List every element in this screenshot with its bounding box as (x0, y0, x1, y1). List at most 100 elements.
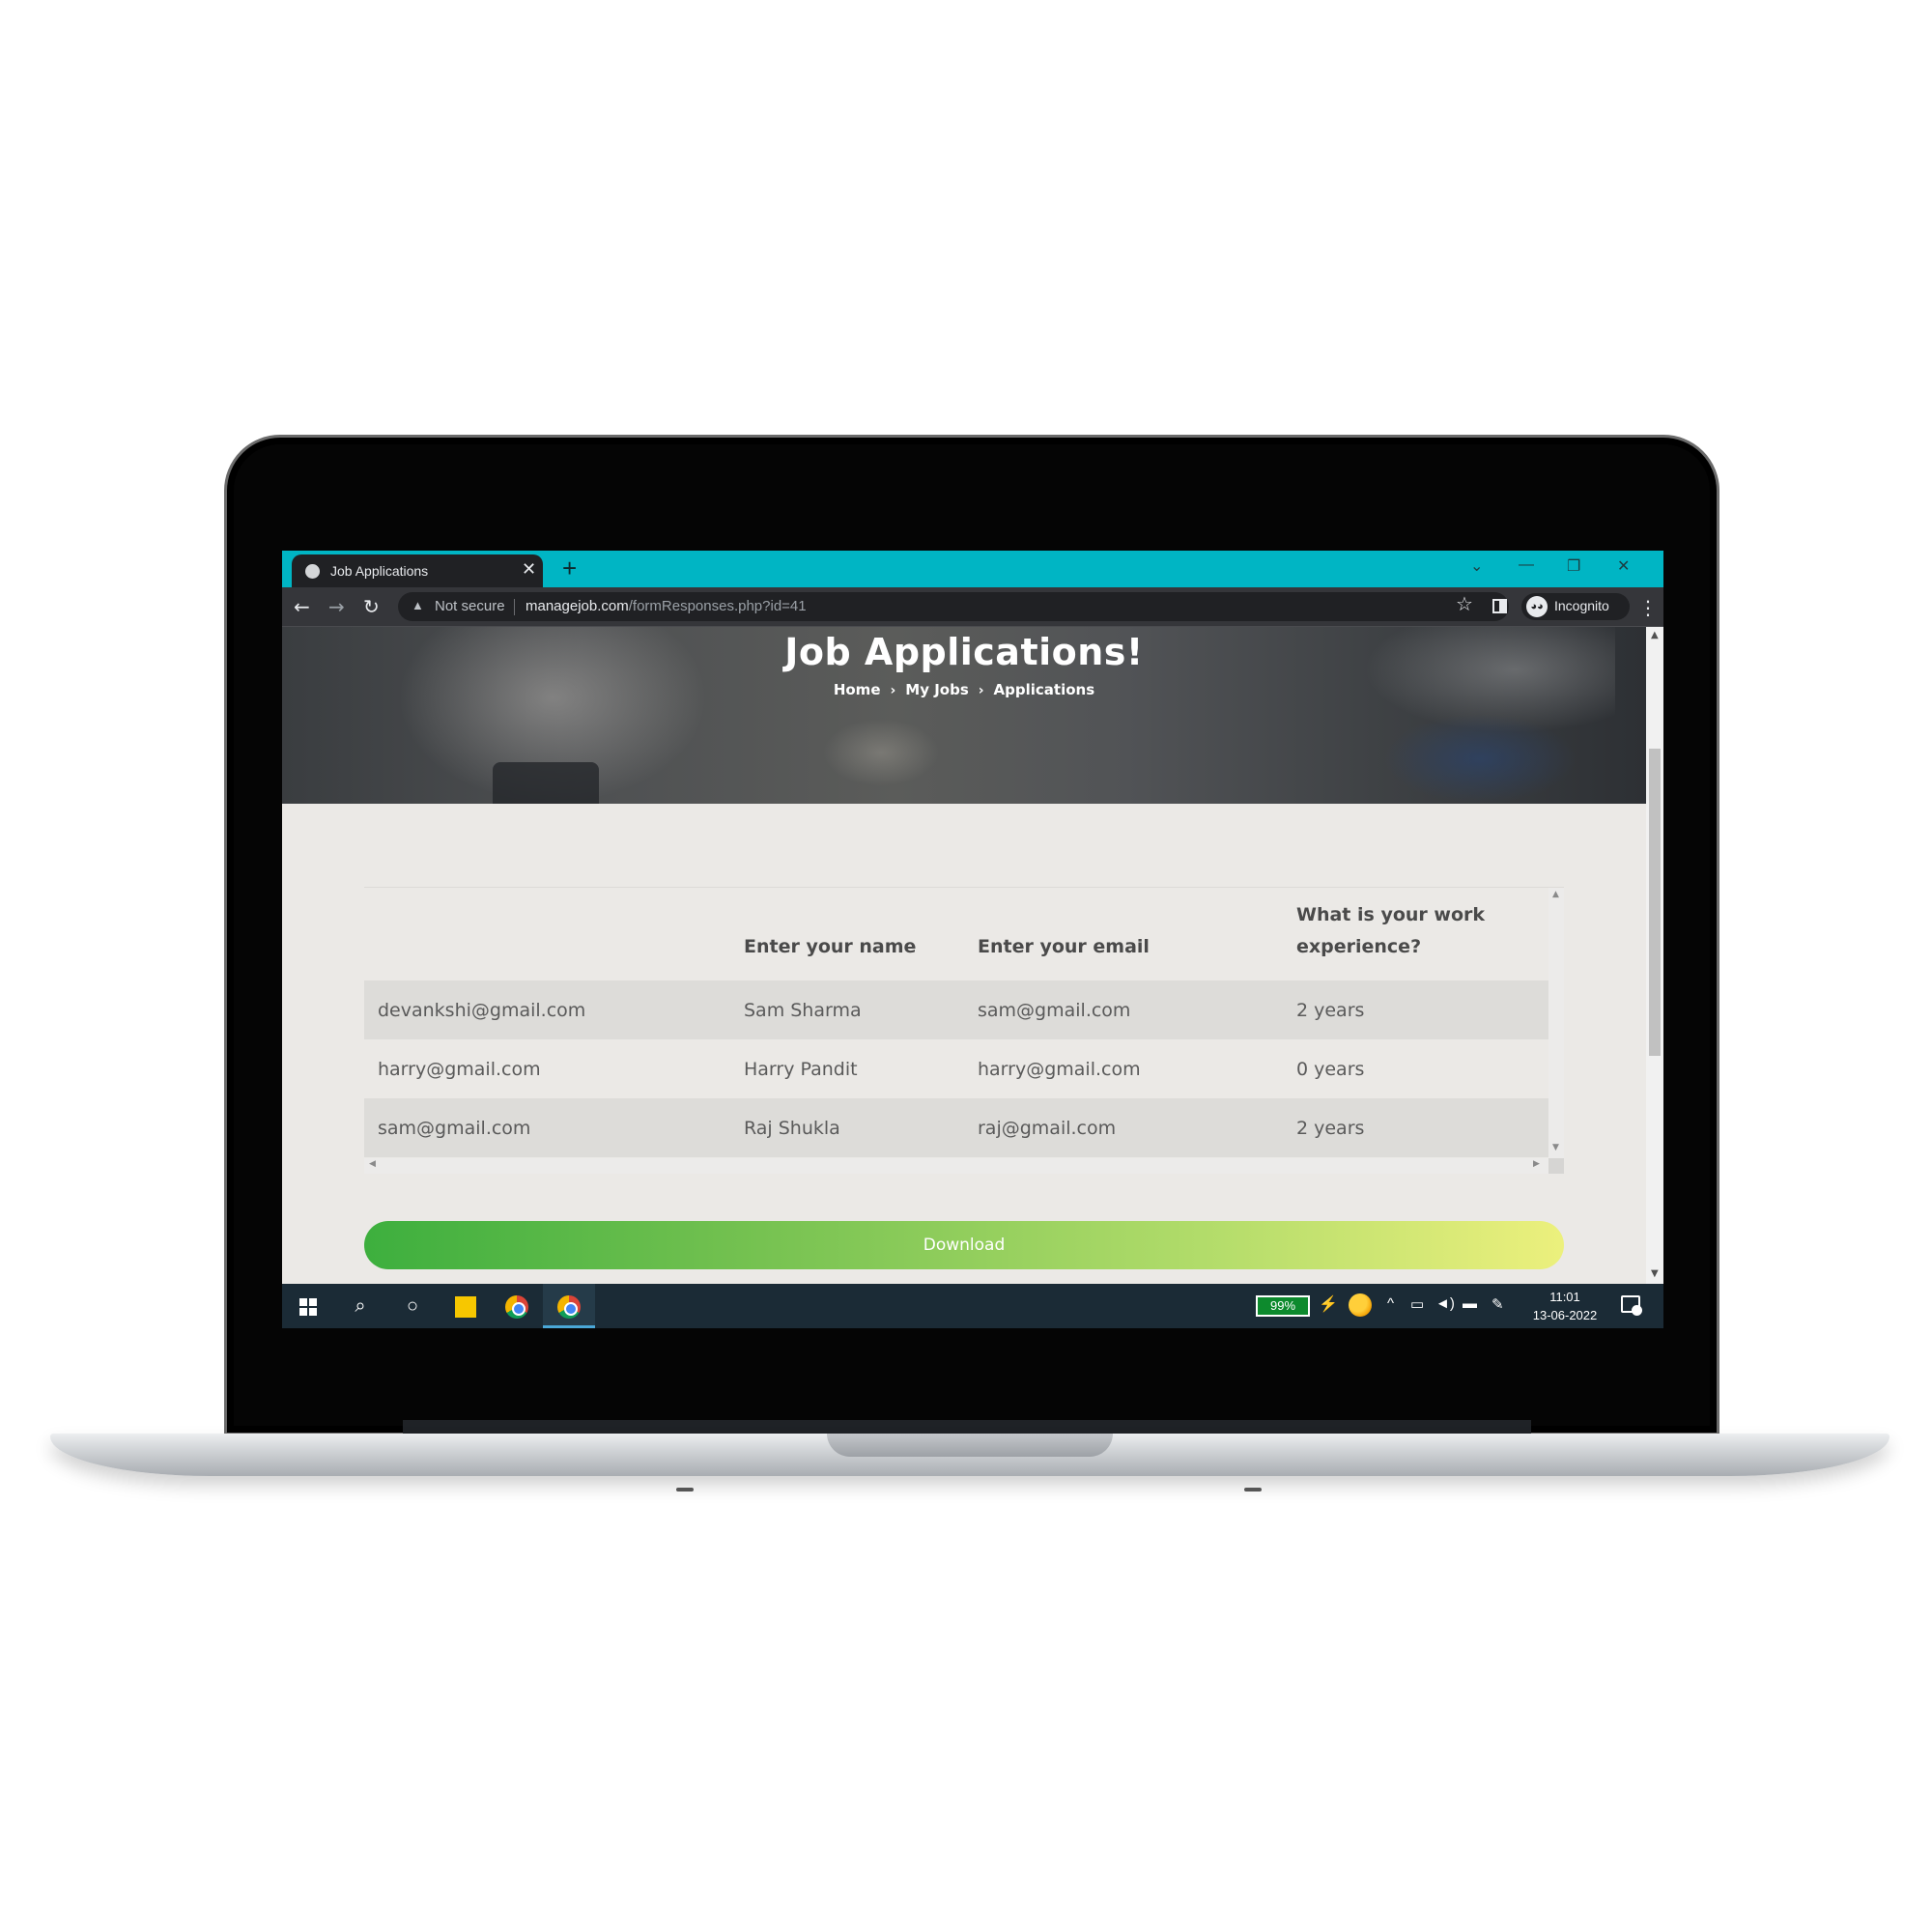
browser-toolbar: ← → ↻ ▲ Not secure managejob.com/formRes… (282, 587, 1663, 627)
chrome-icon (505, 1295, 528, 1319)
screen: Job Applications ✕ + ⌄ — ❐ ✕ ← → ↻ ▲ Not… (282, 551, 1663, 1328)
forward-icon[interactable]: → (328, 595, 345, 618)
scroll-down-arrow-icon[interactable]: ▼ (1552, 1143, 1559, 1152)
column-header-email: Enter your email (978, 936, 1150, 957)
chevron-up-icon[interactable]: ^ (1387, 1295, 1394, 1312)
table-horizontal-scrollbar[interactable]: ◀ ▶ (364, 1158, 1548, 1174)
page-scrollbar-thumb[interactable] (1649, 749, 1661, 1056)
chevron-right-icon: › (890, 683, 896, 698)
scroll-up-arrow-icon[interactable]: ▲ (1552, 890, 1559, 899)
laptop-notch (827, 1434, 1113, 1457)
weather-icon[interactable] (1349, 1293, 1372, 1317)
breadcrumb-applications: Applications (993, 681, 1095, 698)
reload-icon[interactable]: ↻ (363, 595, 380, 618)
column-header-experience: What is your work experience? (1296, 904, 1486, 957)
cortana-icon[interactable]: ○ (386, 1284, 439, 1328)
table-cell: 2 years (1283, 980, 1548, 1039)
network-icon[interactable]: ▭ (1410, 1295, 1424, 1313)
tab-strip: Job Applications ✕ + ⌄ — ❐ ✕ (282, 551, 1663, 587)
responses-table-container: Enter your name Enter your email What is… (364, 887, 1564, 1174)
breadcrumb: Home › My Jobs › Applications (282, 681, 1646, 698)
tab-title: Job Applications (330, 563, 429, 579)
table-row: sam@gmail.com Raj Shukla raj@gmail.com 2… (364, 1098, 1548, 1157)
side-panel-icon[interactable] (1492, 599, 1507, 613)
table-cell: Raj Shukla (730, 1098, 964, 1157)
table-cell: harry@gmail.com (978, 1058, 1141, 1080)
close-icon[interactable]: ✕ (1617, 556, 1630, 576)
scroll-up-arrow-icon[interactable]: ▲ (1651, 630, 1659, 640)
url-path: /formResponses.php?id=41 (628, 598, 807, 614)
start-button[interactable] (282, 1284, 334, 1328)
browser-tab[interactable]: Job Applications ✕ (292, 554, 543, 587)
sticky-notes-button[interactable] (439, 1284, 491, 1328)
page-title: Job Applications! (784, 631, 1144, 673)
table-row: devankshi@gmail.com Sam Sharma sam@gmail… (364, 980, 1548, 1039)
hero-background-image (1383, 714, 1577, 804)
hero-background-image (823, 719, 939, 786)
hero-banner: Job Applications! Home › My Jobs › Applicati… (282, 627, 1646, 804)
windows-start-icon (299, 1298, 317, 1316)
volume-icon[interactable]: ◄) (1435, 1295, 1455, 1312)
search-icon[interactable]: ⌕ (334, 1284, 386, 1328)
table-cell: sam@gmail.com (364, 1098, 730, 1157)
chrome-button[interactable] (491, 1284, 543, 1328)
laptop-foot (1244, 1488, 1262, 1492)
download-button[interactable]: Download (364, 1221, 1564, 1269)
chevron-right-icon: › (978, 683, 984, 698)
globe-icon (305, 564, 320, 579)
notification-badge (1632, 1305, 1642, 1316)
taskbar: ⌕ ○ 99% ⚡ ^ ▭ ◄) ▬ ✎ 11:01 13-06-2022 (282, 1284, 1663, 1328)
hero-background-image (493, 762, 599, 804)
sticky-notes-icon (455, 1296, 476, 1318)
page-viewport: Job Applications! Home › My Jobs › Applicati… (282, 627, 1646, 1284)
url-host: managejob.com (526, 598, 629, 614)
table-vertical-scrollbar[interactable]: ▲ ▼ (1548, 888, 1564, 1158)
clock-date: 13-06-2022 (1532, 1308, 1598, 1322)
column-header-name: Enter your name (744, 936, 917, 957)
security-label[interactable]: Not secure (435, 598, 505, 614)
responses-table: Enter your name Enter your email What is… (364, 888, 1548, 1157)
clock[interactable]: 11:01 13-06-2022 (1526, 1288, 1604, 1324)
battery-tray-icon[interactable]: ▬ (1463, 1295, 1477, 1312)
column-header-submitter (364, 888, 730, 980)
table-cell: sam@gmail.com (964, 980, 1283, 1039)
pen-icon[interactable]: ✎ (1492, 1295, 1504, 1313)
omnibox-divider (514, 599, 515, 615)
scroll-right-arrow-icon[interactable]: ▶ (1533, 1159, 1540, 1169)
battery-indicator[interactable]: 99% (1256, 1295, 1310, 1317)
tab-search-icon[interactable]: ⌄ (1470, 556, 1483, 576)
chrome-incognito-button[interactable] (543, 1284, 595, 1328)
table-header-row: Enter your name Enter your email What is… (364, 888, 1548, 980)
scroll-down-arrow-icon[interactable]: ▼ (1651, 1268, 1659, 1279)
scrollbar-corner (1548, 1158, 1564, 1174)
address-bar[interactable]: ▲ Not secure managejob.com/formResponses… (398, 592, 1509, 621)
url-text[interactable]: managejob.com/formResponses.php?id=41 (526, 598, 807, 614)
table-cell: harry@gmail.com (378, 1058, 541, 1080)
warning-icon[interactable]: ▲ (412, 598, 424, 612)
breadcrumb-home[interactable]: Home (834, 681, 881, 698)
table-cell: raj@gmail.com (964, 1098, 1283, 1157)
table-cell: Sam Sharma (730, 980, 964, 1039)
plug-icon: ⚡ (1319, 1296, 1338, 1313)
restore-icon[interactable]: ❐ (1567, 556, 1580, 576)
kebab-menu-icon[interactable]: ⋮ (1638, 596, 1658, 619)
incognito-label: Incognito (1554, 598, 1609, 613)
star-icon[interactable]: ☆ (1456, 592, 1473, 615)
incognito-chip[interactable]: ◕◕ Incognito (1521, 593, 1630, 620)
table-row: harry@gmail.com Harry Pandit harry@gmail… (364, 1039, 1548, 1098)
tab-close-icon[interactable]: ✕ (522, 559, 536, 580)
laptop-foot (676, 1488, 694, 1492)
clock-time: 11:01 (1549, 1290, 1580, 1304)
minimize-icon[interactable]: — (1519, 556, 1534, 574)
table-cell: Harry Pandit (744, 1058, 858, 1080)
breadcrumb-my-jobs[interactable]: My Jobs (905, 681, 968, 698)
chrome-incognito-icon (557, 1295, 581, 1319)
table-cell: 2 years (1283, 1098, 1548, 1157)
table-cell: 0 years (1296, 1058, 1365, 1080)
incognito-icon: ◕◕ (1526, 596, 1548, 617)
table-cell: devankshi@gmail.com (364, 980, 730, 1039)
scroll-left-arrow-icon[interactable]: ◀ (369, 1159, 376, 1169)
page-scrollbar[interactable]: ▲ ▼ (1646, 627, 1663, 1284)
back-icon[interactable]: ← (294, 595, 310, 618)
new-tab-button[interactable]: + (562, 554, 577, 583)
